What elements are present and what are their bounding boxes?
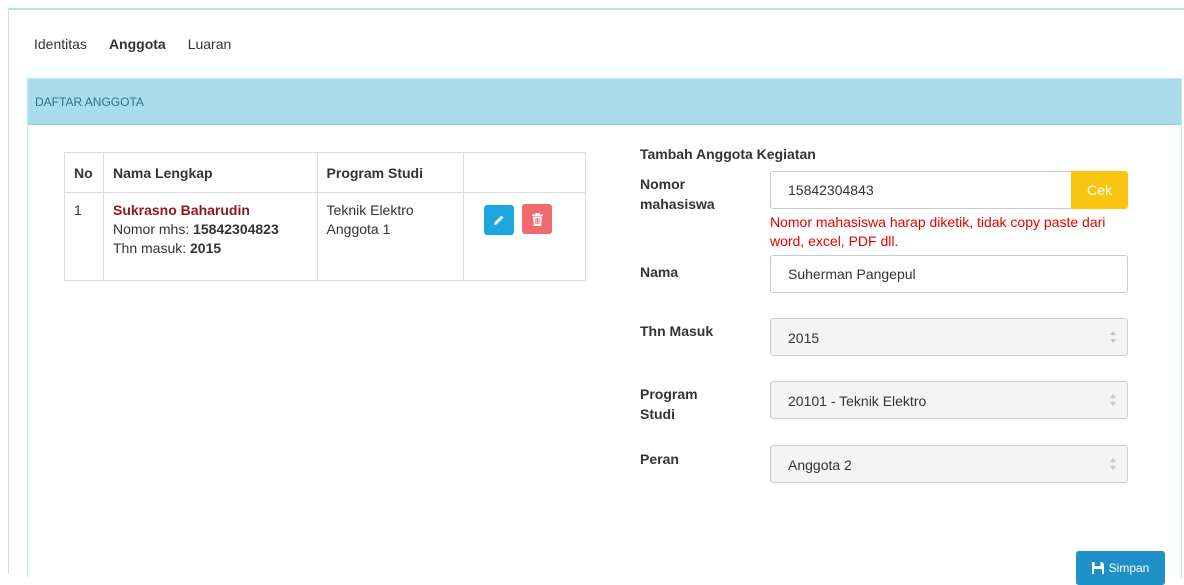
thn-masuk-value: 2015 <box>788 330 820 346</box>
table-header-row: No Nama Lengkap Program Studi <box>64 152 586 193</box>
program-studi-value: 20101 - Teknik Elektro <box>788 393 927 409</box>
nama-field-label: Nama <box>640 264 679 280</box>
row-actions <box>463 192 586 281</box>
header-actions <box>463 152 586 193</box>
select-arrows-icon <box>1110 458 1116 470</box>
simpan-button[interactable]: Simpan <box>1076 551 1165 585</box>
year-value: 2015 <box>190 240 222 256</box>
header-nama-lengkap: Nama Lengkap <box>102 152 318 193</box>
row-no: 1 <box>64 192 104 281</box>
floppy-disk-icon <box>1091 562 1104 574</box>
nama-input[interactable] <box>770 255 1128 293</box>
tab-anggota[interactable]: Anggota <box>109 34 166 54</box>
thn-masuk-select[interactable]: 2015 <box>770 318 1128 356</box>
thn-masuk-label: Thn Masuk <box>640 323 714 339</box>
peran-select[interactable]: Anggota 2 <box>770 445 1128 483</box>
table-row: 1 Sukrasno Baharudin Nomor mhs: 15842304… <box>64 192 586 281</box>
member-nim: Nomor mhs: 15842304823 <box>113 220 308 239</box>
prodi-name: Teknik Elektro <box>326 202 414 218</box>
select-arrows-icon <box>1110 331 1116 343</box>
member-name: Sukrasno Baharudin <box>112 202 250 218</box>
pencil-icon <box>494 215 504 225</box>
nim-input[interactable] <box>770 171 1072 209</box>
header-no: No <box>64 152 104 193</box>
form-title: Tambah Anggota Kegiatan <box>640 146 816 162</box>
member-panel: DAFTAR ANGGOTA No Nama Lengkap Program S… <box>27 78 1182 585</box>
member-role: Anggota 1 <box>326 221 391 237</box>
edit-button[interactable] <box>484 204 515 235</box>
peran-value: Anggota 2 <box>788 457 852 473</box>
header-program-studi: Program Studi <box>316 152 465 193</box>
nim-value: 15842304823 <box>193 221 279 237</box>
tab-identitas[interactable]: Identitas <box>34 34 87 54</box>
trash-icon <box>531 212 543 226</box>
nim-hint-text: Nomor mahasiswa harap diketik, tidak cop… <box>770 214 1106 249</box>
program-studi-label: Program Studi <box>640 386 698 422</box>
panel-heading: DAFTAR ANGGOTA <box>28 79 1181 125</box>
delete-button[interactable] <box>522 204 553 234</box>
tab-luaran[interactable]: Luaran <box>188 34 232 54</box>
peran-label: Peran <box>640 451 679 467</box>
member-year: Thn masuk: 2015 <box>113 239 308 258</box>
program-studi-select[interactable]: 20101 - Teknik Elektro <box>770 381 1128 419</box>
nim-label: Nomor mhs: <box>112 221 194 237</box>
row-member-info: Sukrasno Baharudin Nomor mhs: 1584230482… <box>102 192 318 281</box>
simpan-label: Simpan <box>1108 561 1150 575</box>
year-label: Thn masuk: <box>112 240 191 256</box>
row-prodi: Teknik Elektro Anggota 1 <box>316 192 465 281</box>
cek-button[interactable]: Cek <box>1071 171 1128 209</box>
member-table: No Nama Lengkap Program Studi 1 Sukrasno… <box>64 152 586 281</box>
tab-bar: Identitas Anggota Luaran <box>34 34 253 54</box>
select-arrows-icon <box>1110 394 1116 406</box>
nim-field-label: Nomor mahasiswa <box>640 176 715 212</box>
